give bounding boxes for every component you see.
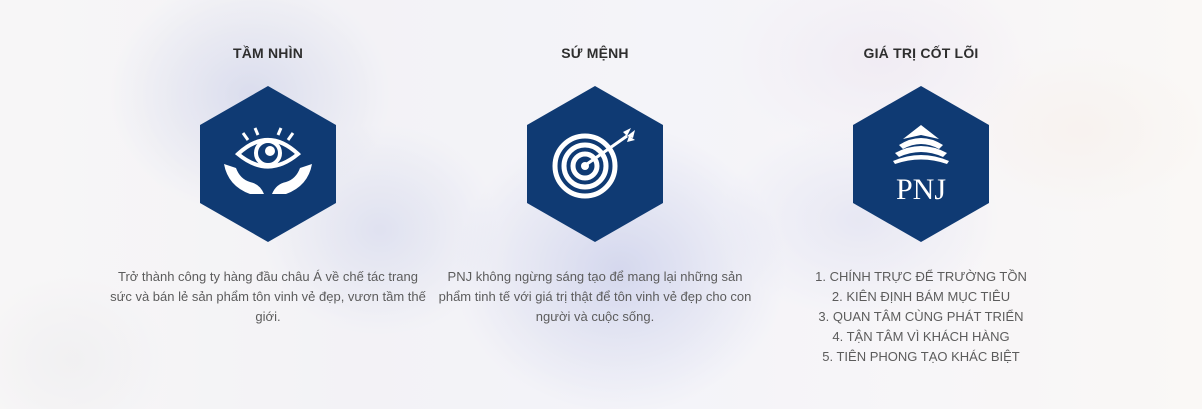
pnj-logo-text: PNJ <box>896 173 946 206</box>
list-item: 4. TẬN TÂM VÌ KHÁCH HÀNG <box>832 329 1010 344</box>
core-values-list: 1. CHÍNH TRỰC ĐỂ TRƯỜNG TỒN 2. KIÊN ĐỊNH… <box>761 267 1081 367</box>
target-arrow-icon <box>552 128 635 199</box>
mission-description: PNJ không ngừng sáng tạo để mang lại nhữ… <box>438 269 752 324</box>
pnj-logo: PNJ <box>893 125 949 206</box>
mission-title: SỨ MỆNH <box>561 45 629 61</box>
vision-title: TẦM NHÌN <box>232 45 304 61</box>
values-title: GIÁ TRỊ CỐT LÕI <box>863 45 979 61</box>
mission-hexagon <box>527 86 663 242</box>
eye-hands-icon <box>224 127 312 194</box>
list-item: 3. QUAN TÂM CÙNG PHÁT TRIỂN <box>818 309 1024 324</box>
list-item: 2. KIÊN ĐỊNH BÁM MỤC TIÊU <box>831 289 1011 304</box>
core-values-section: TẦM NHÌN Trở thành công ty hàng đầu châu… <box>0 0 1202 409</box>
list-item: 1. CHÍNH TRỰC ĐỂ TRƯỜNG TỒN <box>815 269 1027 284</box>
vision-description: Trở thành công ty hàng đầu châu Á về chế… <box>110 269 426 324</box>
vision-hexagon <box>200 86 336 242</box>
values-hexagon: PNJ <box>853 86 989 242</box>
list-item: 5. TIÊN PHONG TẠO KHÁC BIỆT <box>822 349 1020 364</box>
